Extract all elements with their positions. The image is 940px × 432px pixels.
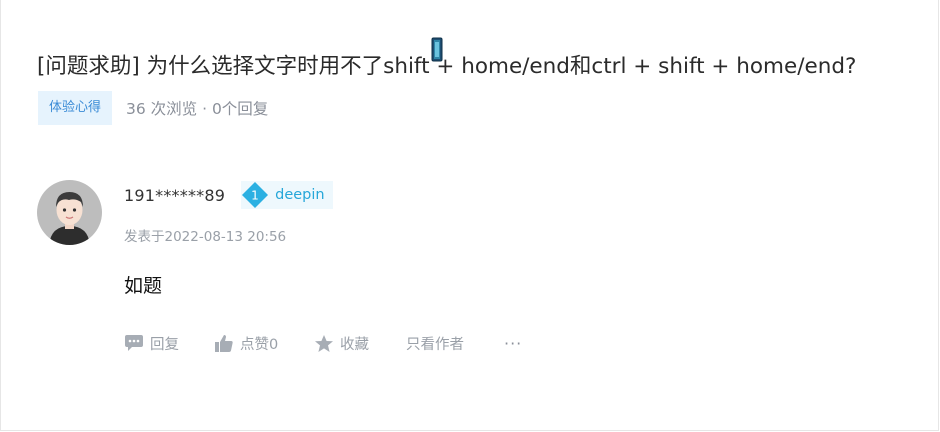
post-title: [问题求助] 为什么选择文字时用不了shift + home/end和ctrl …: [37, 54, 857, 80]
level-diamond-icon: 1: [241, 181, 269, 209]
only-author-label: 只看作者: [406, 336, 464, 353]
avatar[interactable]: [37, 180, 102, 245]
post-meta: 体验心得 36 次浏览 · 0个回复: [38, 90, 268, 126]
favorite-label: 收藏: [340, 336, 369, 353]
reply-actions: 回复 点赞0 收藏 只看作者 ···: [124, 331, 522, 355]
badge-label: deepin: [275, 187, 325, 203]
only-author-button[interactable]: 只看作者: [406, 333, 504, 354]
reply-content: 如题: [124, 275, 163, 297]
category-tag[interactable]: 体验心得: [38, 91, 113, 125]
more-button[interactable]: ···: [504, 334, 522, 353]
user-badge: 1 deepin: [241, 181, 333, 209]
author-name[interactable]: 191******89: [124, 186, 225, 205]
like-button[interactable]: 点赞0: [214, 333, 314, 354]
like-label: 点赞0: [240, 336, 279, 353]
svg-text:1: 1: [251, 189, 259, 203]
favorite-button[interactable]: 收藏: [314, 333, 406, 354]
post-time: 发表于2022-08-13 20:56: [124, 229, 287, 245]
reply-label: 回复: [150, 336, 179, 353]
post-stats: 36 次浏览 · 0个回复: [126, 100, 269, 118]
more-icon: ···: [504, 333, 523, 353]
reply-button[interactable]: 回复: [124, 333, 214, 354]
reply-author-row: 191******89 1 deepin: [124, 180, 333, 210]
text-cursor-icon: [431, 37, 443, 62]
comment-icon: [124, 334, 144, 352]
thumbs-up-icon: [214, 334, 234, 353]
star-icon: [314, 334, 334, 353]
